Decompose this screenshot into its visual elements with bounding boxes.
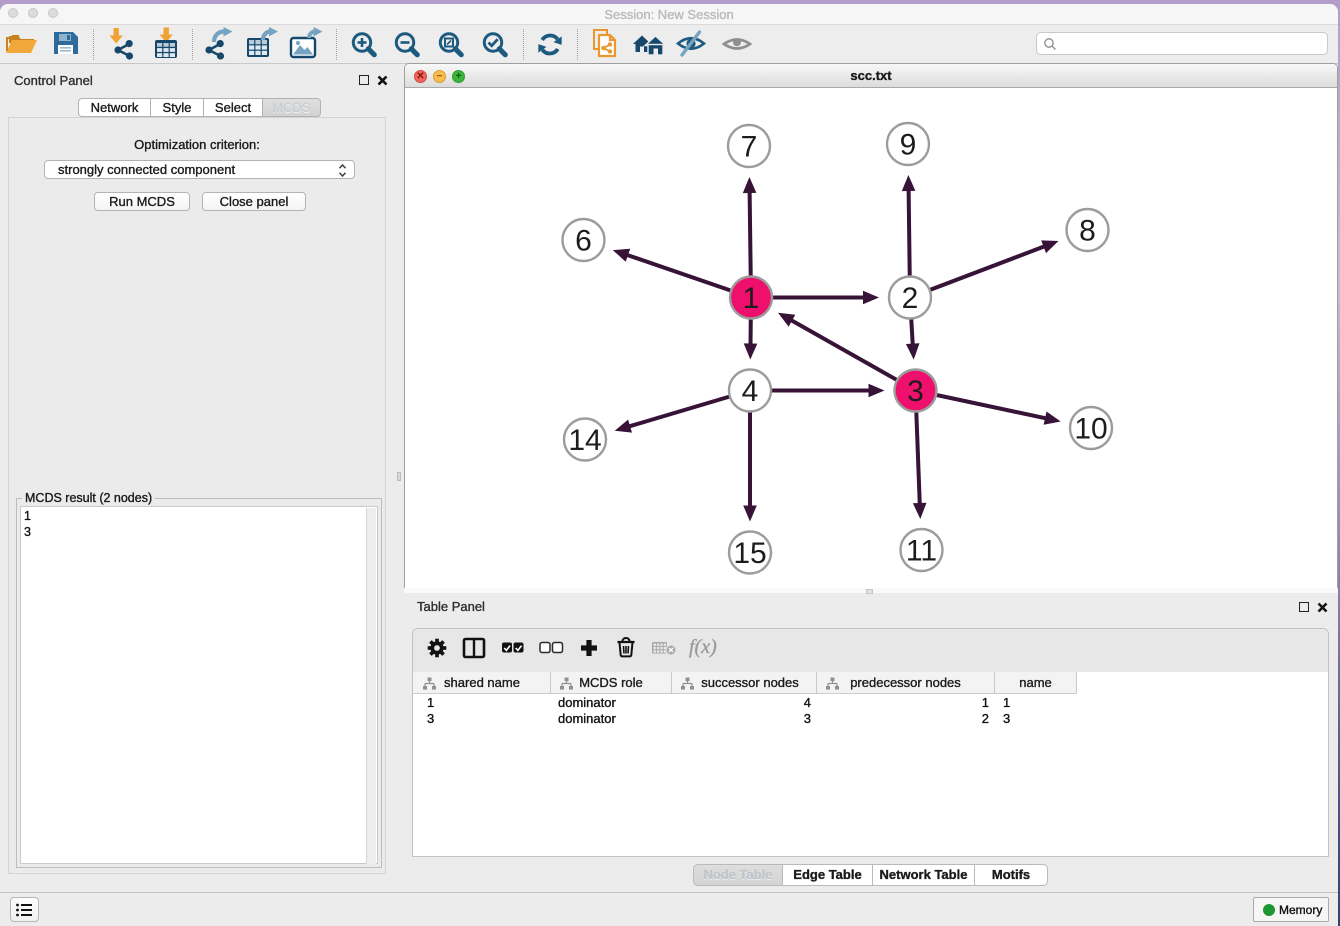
svg-text:8: 8 [1079,215,1096,248]
svg-text:1: 1 [743,282,760,315]
svg-text:9: 9 [900,129,917,162]
svg-text:4: 4 [742,375,759,408]
svg-text:15: 15 [733,537,766,570]
svg-text:6: 6 [575,225,592,258]
svg-text:3: 3 [907,375,924,408]
svg-text:7: 7 [741,131,758,164]
svg-text:14: 14 [568,424,601,457]
svg-text:10: 10 [1074,413,1107,446]
svg-text:2: 2 [902,282,919,315]
svg-text:11: 11 [906,535,937,568]
